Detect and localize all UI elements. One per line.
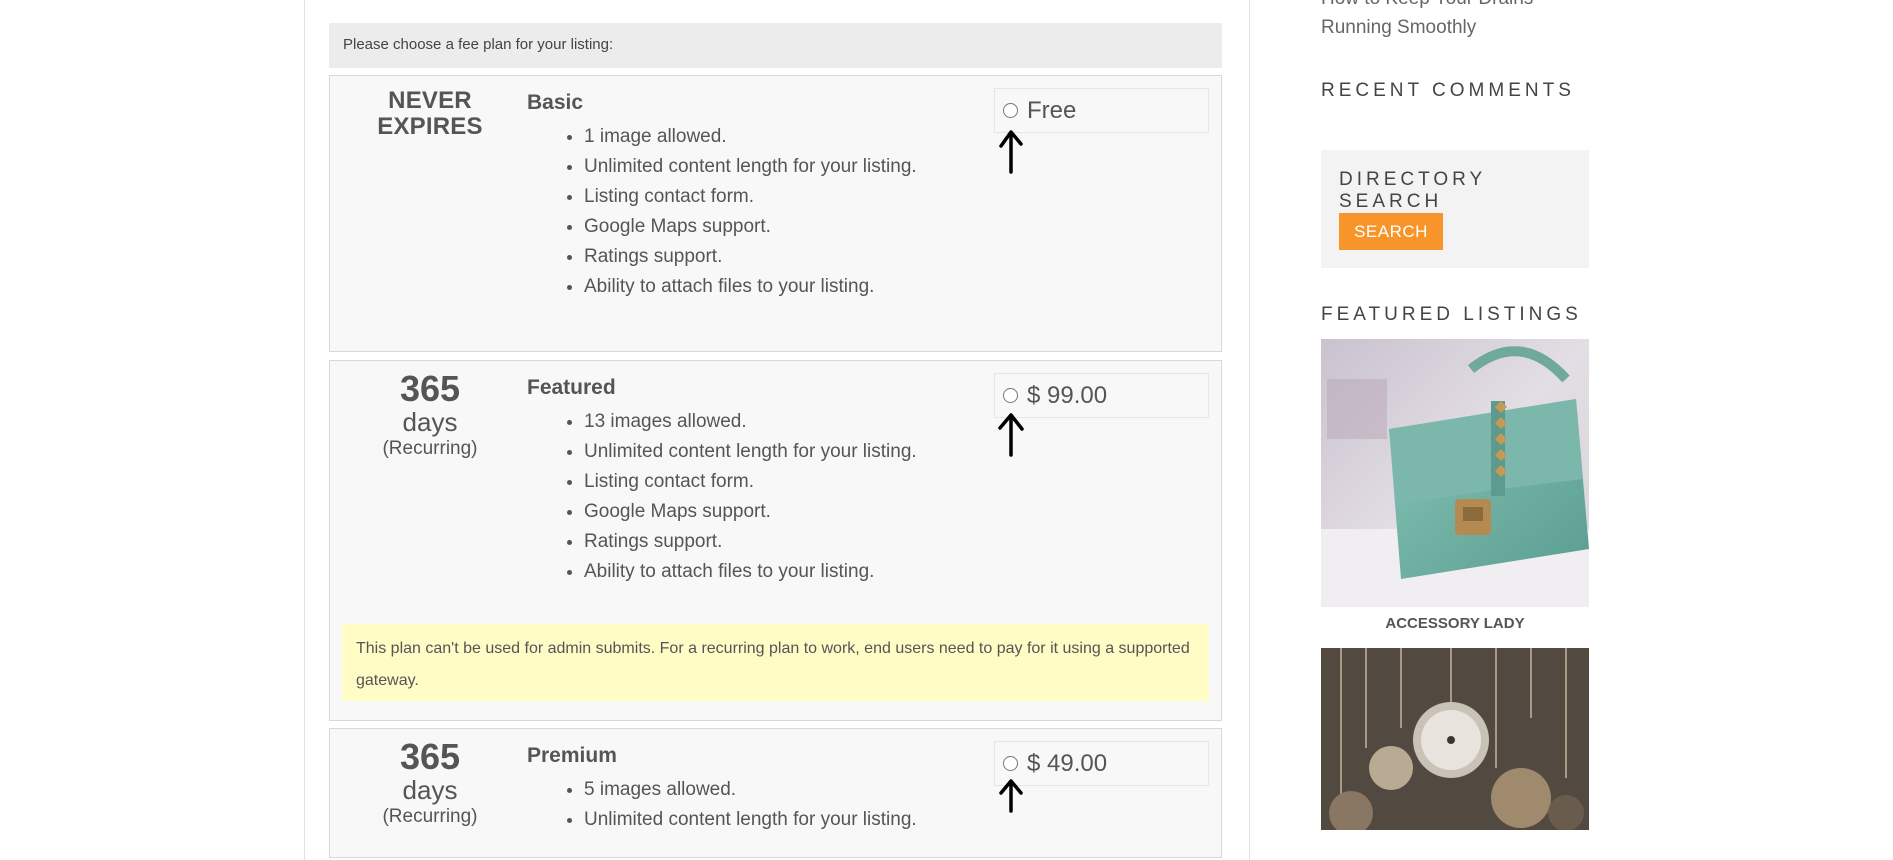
plan-price-option[interactable]: Free	[994, 88, 1209, 133]
featured-listing-name[interactable]: ACCESSORY LADY	[1321, 615, 1589, 632]
duration-recurring: (Recurring)	[382, 806, 478, 827]
duration-recurring: (Recurring)	[382, 438, 478, 459]
fee-plan-premium[interactable]: 365 days (Recurring) Premium 5 images al…	[329, 728, 1222, 858]
plan-radio-button[interactable]	[1003, 756, 1018, 771]
plan-features-list: 1 image allowed. Unlimited content lengt…	[527, 122, 917, 302]
featured-listings-heading: FEATURED LISTINGS	[1321, 304, 1582, 325]
fee-plan-featured[interactable]: 365 days (Recurring) Featured 13 images …	[329, 360, 1222, 721]
duration-number: 365	[399, 736, 461, 777]
list-item: Unlimited content length for your listin…	[584, 152, 917, 182]
fee-plan-basic[interactable]: NEVER EXPIRES Basic 1 image allowed. Unl…	[329, 75, 1222, 352]
plan-name: Basic	[527, 91, 584, 114]
arrow-up-icon	[998, 413, 1024, 457]
recent-comments-heading: RECENT COMMENTS	[1321, 80, 1575, 101]
list-item: 13 images allowed.	[584, 407, 917, 437]
fee-plan-instructions: Please choose a fee plan for your listin…	[329, 23, 1222, 68]
plan-price: $ 99.00	[1027, 381, 1108, 409]
duration-never: NEVER	[388, 87, 472, 114]
list-item: Ability to attach files to your listing.	[584, 557, 917, 587]
list-item: 5 images allowed.	[584, 775, 917, 805]
plan-duration: 365 days (Recurring)	[330, 739, 530, 829]
list-item: Listing contact form.	[584, 182, 917, 212]
plan-name: Premium	[527, 744, 617, 767]
plan-warning-notice: This plan can't be used for admin submit…	[342, 624, 1209, 701]
listing-image-watches[interactable]	[1321, 648, 1589, 830]
plan-radio-button[interactable]	[1003, 388, 1018, 403]
duration-unit: days	[402, 775, 458, 805]
directory-search-widget: DIRECTORY SEARCH SEARCH	[1321, 150, 1589, 268]
plan-name: Featured	[527, 376, 616, 399]
list-item: Ratings support.	[584, 242, 917, 272]
list-item: Google Maps support.	[584, 212, 917, 242]
duration-expires: EXPIRES	[377, 113, 483, 140]
list-item: Ability to attach files to your listing.	[584, 272, 917, 302]
duration-unit: days	[402, 407, 458, 437]
arrow-up-icon	[999, 130, 1023, 174]
search-button[interactable]: SEARCH	[1339, 213, 1443, 250]
list-item: Unlimited content length for your listin…	[584, 437, 917, 467]
list-item: Google Maps support.	[584, 497, 917, 527]
plan-radio-button[interactable]	[1003, 103, 1018, 118]
recent-post-link[interactable]: How to Keep Your Drains	[1321, 0, 1533, 10]
plan-duration: 365 days (Recurring)	[330, 371, 530, 461]
recent-post-link-continued[interactable]: Running Smoothly	[1321, 17, 1476, 39]
listing-image-handbag[interactable]	[1321, 339, 1589, 607]
plan-price: $ 49.00	[1027, 749, 1108, 777]
plan-features-list: 13 images allowed. Unlimited content len…	[527, 407, 917, 587]
list-item: Unlimited content length for your listin…	[584, 805, 917, 835]
plan-duration: NEVER EXPIRES	[330, 86, 530, 140]
arrow-up-icon	[999, 779, 1023, 813]
plan-price: Free	[1027, 96, 1077, 124]
duration-number: 365	[399, 368, 461, 409]
list-item: Ratings support.	[584, 527, 917, 557]
list-item: Listing contact form.	[584, 467, 917, 497]
list-item: 1 image allowed.	[584, 122, 917, 152]
plan-features-list: 5 images allowed. Unlimited content leng…	[527, 775, 917, 835]
directory-search-heading: DIRECTORY SEARCH	[1339, 169, 1486, 212]
